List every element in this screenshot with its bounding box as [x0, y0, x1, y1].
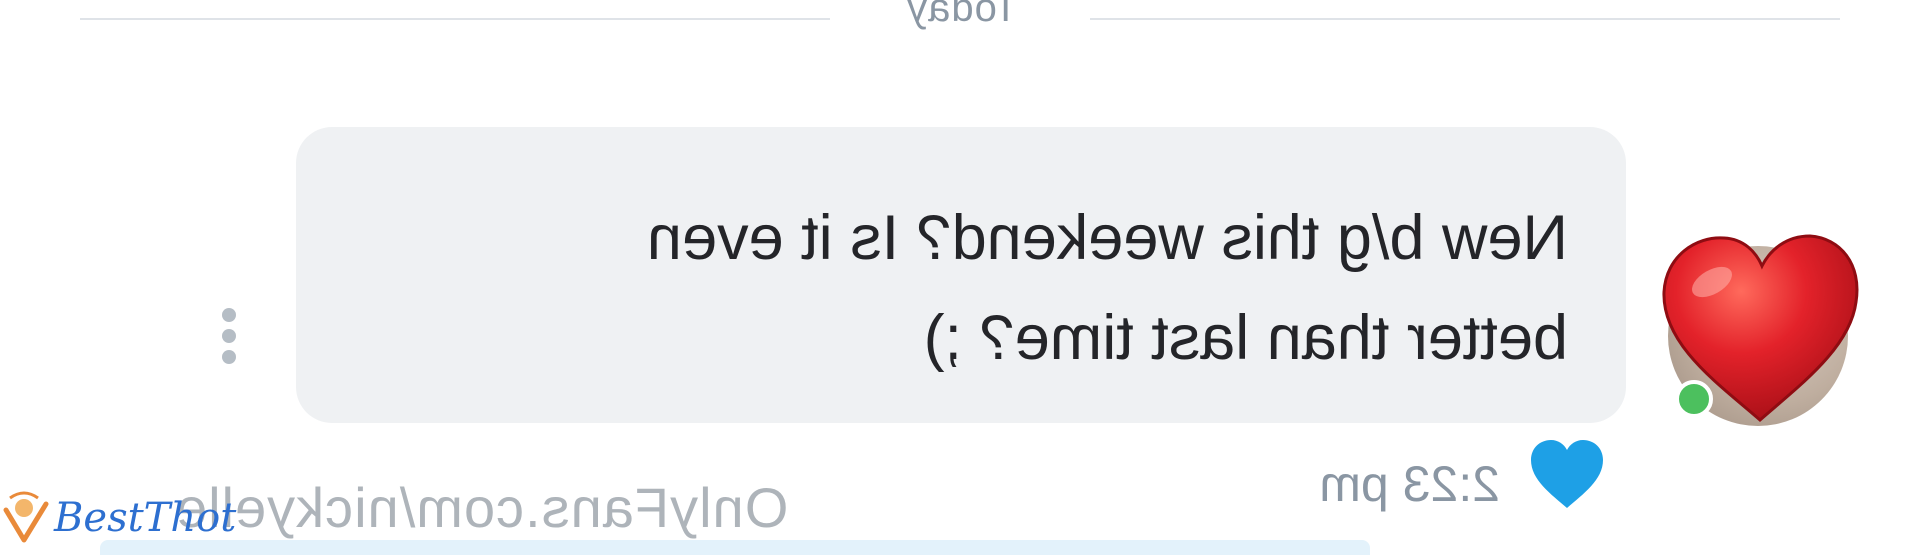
message-text: New b/g this weekend? Is it even better …	[646, 203, 1568, 373]
message-time: 2:23 pm	[1319, 456, 1500, 512]
brand-logo: BestThot	[0, 488, 236, 548]
dot	[222, 329, 236, 343]
more-vertical-icon[interactable]	[219, 308, 239, 368]
red-heart-sticker-icon	[1662, 234, 1859, 422]
watermark-text: OnlyFans.com/nickyelle	[175, 476, 789, 539]
logo-text: BestThot	[54, 495, 237, 541]
like-heart-icon[interactable]	[1527, 436, 1607, 512]
chat-view: Today New b/g this weekend? Is it even b…	[0, 0, 1920, 555]
day-separator-label: Today	[906, 0, 1018, 30]
divider-line-left	[80, 18, 830, 20]
dot	[222, 308, 236, 322]
bottom-band	[100, 540, 1370, 555]
divider-line-right	[1090, 18, 1840, 20]
bestthot-logo-icon	[3, 491, 49, 543]
dot	[222, 350, 236, 364]
